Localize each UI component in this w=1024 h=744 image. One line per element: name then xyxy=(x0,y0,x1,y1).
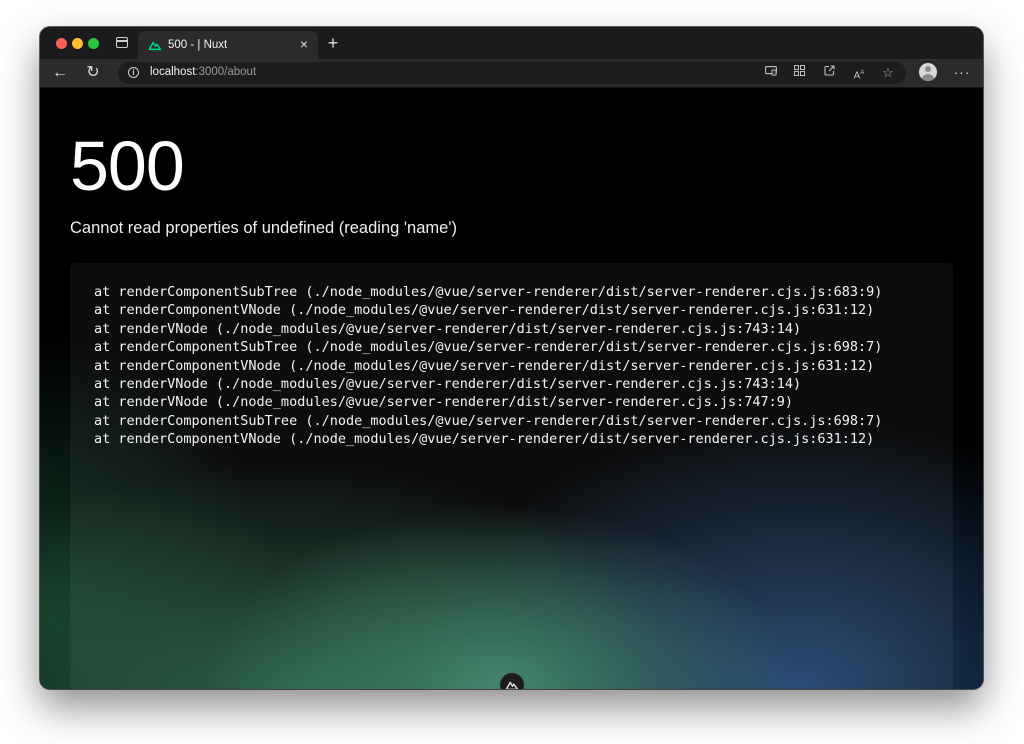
nuxt-logo-icon xyxy=(148,41,162,51)
address-bar[interactable]: i localhost:3000/about AA ☆ xyxy=(118,62,906,84)
new-tab-button[interactable]: + xyxy=(324,34,342,52)
stack-line: at renderComponentVNode (./node_modules/… xyxy=(94,357,875,374)
cast-icon[interactable] xyxy=(763,65,779,81)
back-button[interactable]: ← xyxy=(50,63,70,83)
close-window-button[interactable] xyxy=(56,38,67,49)
apps-icon[interactable] xyxy=(791,65,807,81)
stack-line: at renderComponentSubTree (./node_module… xyxy=(94,412,883,429)
url-text[interactable]: localhost:3000/about xyxy=(150,66,256,78)
title-bar: 500 - | Nuxt × + xyxy=(40,27,983,59)
reload-button[interactable]: ↻ xyxy=(83,63,103,83)
error-status-code: 500 xyxy=(70,127,185,205)
stack-line: at renderComponentSubTree (./node_module… xyxy=(94,339,883,356)
more-menu-button[interactable]: ··· xyxy=(952,63,972,83)
nuxt-logo-icon xyxy=(505,681,519,689)
browser-toolbar: ← ↻ i localhost:3000/about AA ☆ ··· xyxy=(40,59,983,88)
tab-close-icon[interactable]: × xyxy=(296,36,312,52)
tab-active[interactable]: 500 - | Nuxt × xyxy=(138,31,318,59)
url-host: localhost xyxy=(150,66,196,78)
stack-line: at renderComponentVNode (./node_modules/… xyxy=(94,302,875,319)
error-message: Cannot read properties of undefined (rea… xyxy=(70,219,457,237)
stack-line: at renderVNode (./node_modules/@vue/serv… xyxy=(94,394,793,411)
read-aloud-icon[interactable]: AA xyxy=(851,65,867,81)
share-icon[interactable] xyxy=(821,65,837,81)
stack-line: at renderComponentVNode (./node_modules/… xyxy=(94,431,875,448)
profile-avatar[interactable] xyxy=(919,63,937,81)
browser-window: 500 - | Nuxt × + ← ↻ i localhost:3000/ab… xyxy=(40,27,983,689)
page-content: 500 Cannot read properties of undefined … xyxy=(40,88,983,689)
stack-line: at renderVNode (./node_modules/@vue/serv… xyxy=(94,320,802,337)
stack-line: at renderVNode (./node_modules/@vue/serv… xyxy=(94,376,802,393)
url-path: :3000/about xyxy=(195,66,257,78)
tab-actions-icon[interactable] xyxy=(116,37,128,48)
tab-title: 500 - | Nuxt xyxy=(168,39,228,51)
site-info-icon[interactable]: i xyxy=(128,67,139,78)
minimize-window-button[interactable] xyxy=(72,38,83,49)
favorite-star-icon[interactable]: ☆ xyxy=(880,65,896,81)
stack-trace-panel: at renderComponentSubTree (./node_module… xyxy=(70,263,953,689)
maximize-window-button[interactable] xyxy=(88,38,99,49)
stack-line: at renderComponentSubTree (./node_module… xyxy=(94,284,883,300)
